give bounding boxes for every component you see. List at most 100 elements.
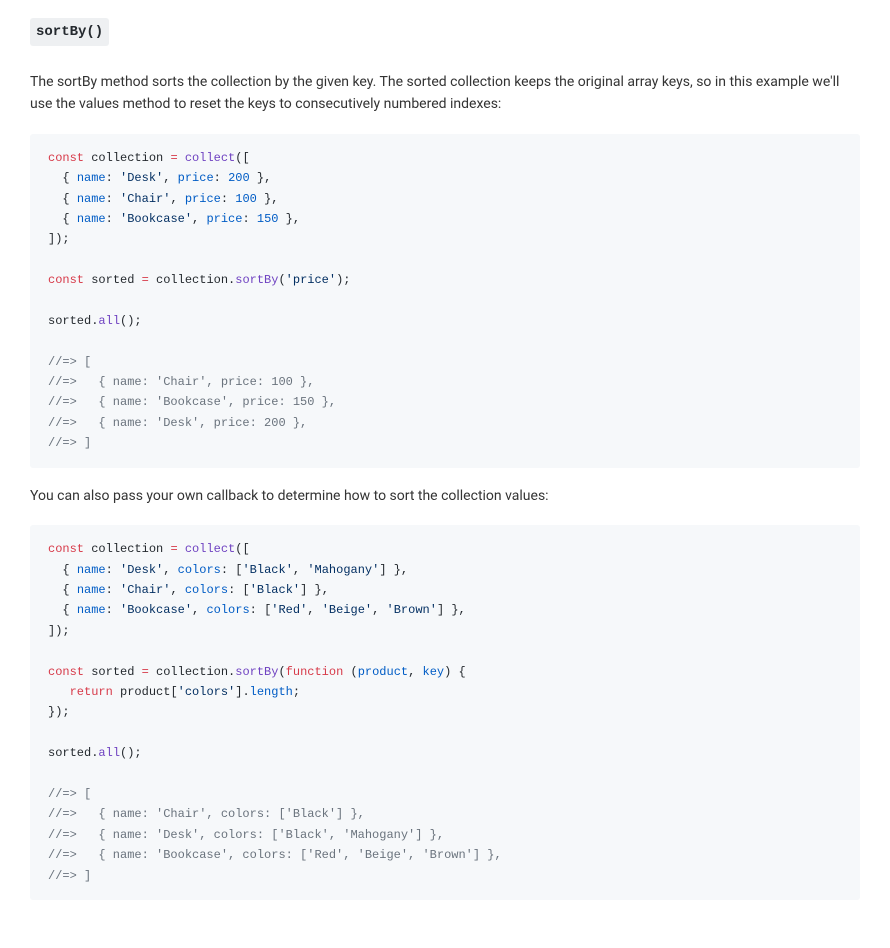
code-token: 'Bookcase'	[120, 603, 192, 617]
code-token: price	[178, 171, 214, 185]
code-token: //=> { name: 'Chair', price: 100 },	[48, 375, 314, 389]
code-token: (	[343, 665, 357, 679]
code-token: :	[221, 192, 235, 206]
code-token: sorted.	[48, 746, 98, 760]
code-token: colors	[185, 583, 228, 597]
code-token: 'Desk'	[120, 563, 163, 577]
code-token: 'colors'	[178, 685, 236, 699]
code-example-2: const collection = collect([ { name: 'De…	[30, 525, 860, 900]
code-token: //=> [	[48, 355, 91, 369]
code-token: //=> { name: 'Bookcase', price: 150 },	[48, 395, 336, 409]
code-token: : [	[228, 583, 250, 597]
code-token: sorted	[84, 273, 142, 287]
code-token: :	[106, 171, 120, 185]
code-token: return	[70, 685, 113, 699]
code-token: ,	[163, 171, 177, 185]
code-token: product	[358, 665, 408, 679]
code-token: ,	[170, 192, 184, 206]
code-token: :	[106, 192, 120, 206]
description-1: The sortBy method sorts the collection b…	[30, 72, 860, 115]
code-token: ,	[307, 603, 321, 617]
code-token: :	[242, 212, 256, 226]
code-token: sortBy	[235, 273, 278, 287]
code-token: collect	[185, 151, 235, 165]
code-token: name	[77, 192, 106, 206]
code-token: =	[170, 151, 177, 165]
code-token: sorted	[84, 665, 142, 679]
code-token: ,	[163, 563, 177, 577]
code-token: sorted.	[48, 314, 98, 328]
doc-container: sortBy() The sortBy method sorts the col…	[0, 0, 890, 948]
code-token	[48, 685, 70, 699]
code-token: =	[142, 665, 149, 679]
code-token: : [	[250, 603, 272, 617]
code-token: all	[98, 746, 120, 760]
code-token: const	[48, 665, 84, 679]
code-token: collection	[84, 151, 170, 165]
code-token: :	[214, 171, 228, 185]
code-token: :	[106, 583, 120, 597]
code-token: collect	[185, 542, 235, 556]
method-title: sortBy()	[30, 18, 109, 46]
code-token: 150	[257, 212, 279, 226]
code-token: {	[48, 212, 77, 226]
code-token: 'Black'	[250, 583, 300, 597]
code-token: 'Red'	[271, 603, 307, 617]
code-token: name	[77, 603, 106, 617]
code-token: ] },	[379, 563, 408, 577]
code-token: 'Brown'	[387, 603, 437, 617]
code-token: ([	[235, 151, 249, 165]
code-token: //=> ]	[48, 869, 91, 883]
code-token: {	[48, 583, 77, 597]
code-token	[178, 542, 185, 556]
code-token: length	[250, 685, 293, 699]
code-token: ([	[235, 542, 249, 556]
code-token: collection.	[149, 665, 235, 679]
code-token: 100	[235, 192, 257, 206]
code-token: {	[48, 603, 77, 617]
code-token	[178, 151, 185, 165]
code-token: :	[106, 603, 120, 617]
code-token: key	[423, 665, 445, 679]
code-token: 'Mahogany'	[307, 563, 379, 577]
code-token: },	[250, 171, 272, 185]
code-token: ,	[170, 583, 184, 597]
code-token: 'Bookcase'	[120, 212, 192, 226]
code-token: ,	[192, 212, 206, 226]
code-token: (	[278, 665, 285, 679]
description-2: You can also pass your own callback to d…	[30, 486, 860, 508]
code-token: const	[48, 151, 84, 165]
code-token: ]);	[48, 232, 70, 246]
code-token: ) {	[444, 665, 466, 679]
code-token: ,	[372, 603, 386, 617]
code-token: 200	[228, 171, 250, 185]
code-token: price	[185, 192, 221, 206]
code-token: //=> ]	[48, 436, 91, 450]
code-token: ,	[192, 603, 206, 617]
code-token: name	[77, 563, 106, 577]
code-token: });	[48, 705, 70, 719]
code-token: {	[48, 563, 77, 577]
code-token: 'Beige'	[322, 603, 372, 617]
code-example-1: const collection = collect([ { name: 'De…	[30, 134, 860, 468]
code-token: //=> { name: 'Bookcase', colors: ['Red',…	[48, 848, 502, 862]
code-token: price	[206, 212, 242, 226]
code-token: ();	[120, 314, 142, 328]
code-token: },	[257, 192, 279, 206]
code-token: ]);	[48, 624, 70, 638]
code-token: {	[48, 171, 77, 185]
code-token: product[	[113, 685, 178, 699]
code-token: );	[336, 273, 350, 287]
code-token: colors	[178, 563, 221, 577]
code-token: 'price'	[286, 273, 336, 287]
code-token: const	[48, 542, 84, 556]
code-token: name	[77, 212, 106, 226]
code-token: =	[142, 273, 149, 287]
code-token: ] },	[437, 603, 466, 617]
code-token: sortBy	[235, 665, 278, 679]
code-token: //=> { name: 'Desk', price: 200 },	[48, 416, 307, 430]
code-token: ].	[235, 685, 249, 699]
code-token: function	[286, 665, 344, 679]
code-token: (	[278, 273, 285, 287]
code-token: ;	[293, 685, 300, 699]
